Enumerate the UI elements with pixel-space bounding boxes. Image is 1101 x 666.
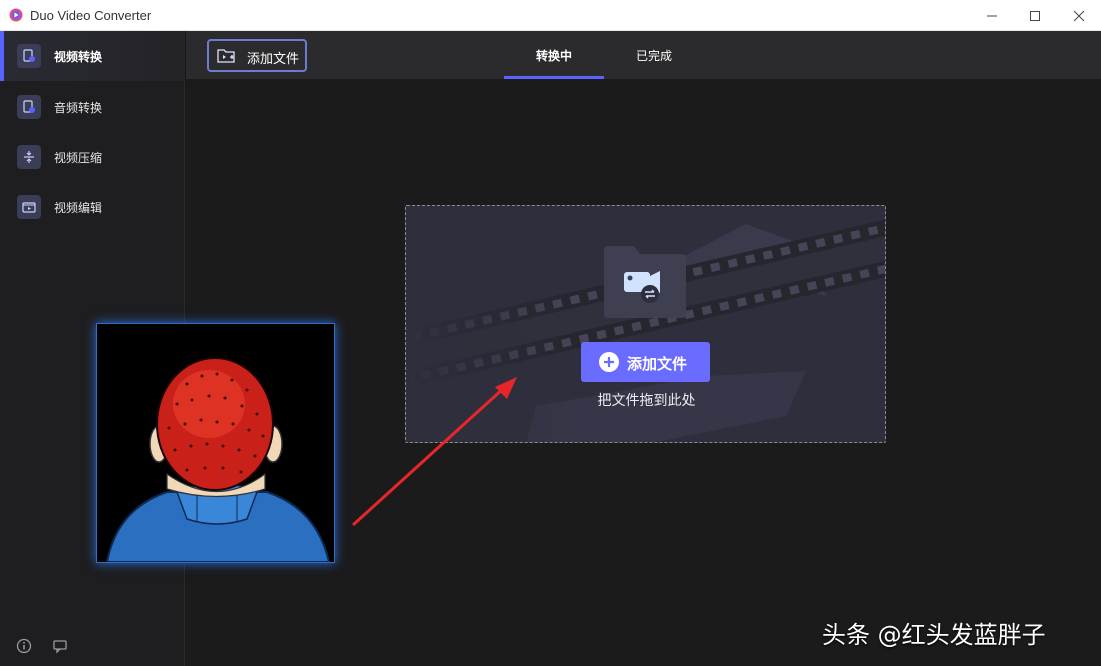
tab-converting[interactable]: 转换中 <box>504 31 604 79</box>
tab-completed[interactable]: 已完成 <box>604 31 704 79</box>
avatar-illustration <box>105 357 331 562</box>
add-file-button[interactable]: 添加文件 <box>207 39 307 72</box>
audio-convert-icon <box>17 95 41 119</box>
feedback-icon[interactable] <box>51 637 69 655</box>
sidebar-item-video-edit[interactable]: 视频编辑 <box>0 182 185 232</box>
sidebar-item-video-convert[interactable]: 视频转换 <box>0 31 185 81</box>
plus-circle-icon <box>599 352 619 372</box>
title-bar: Duo Video Converter <box>0 0 1101 31</box>
sidebar-item-audio-convert[interactable]: 音频转换 <box>0 82 185 132</box>
close-icon <box>1073 10 1085 21</box>
drop-add-file-label: 添加文件 <box>627 355 688 373</box>
tab-label: 已完成 <box>635 48 672 63</box>
info-icon[interactable] <box>15 637 33 655</box>
app-logo-icon <box>9 8 23 22</box>
video-convert-icon <box>17 44 41 68</box>
minimize-button[interactable] <box>969 0 1015 31</box>
maximize-button[interactable] <box>1012 0 1058 31</box>
compress-icon <box>17 145 41 169</box>
watermark-text: 头条 @红头发蓝胖子 <box>822 621 1046 649</box>
annotation-arrow <box>351 377 517 527</box>
sidebar-item-label: 视频转换 <box>54 49 103 64</box>
avatar-overlay <box>96 323 335 563</box>
toolbar: 添加文件 转换中 已完成 <box>186 31 1101 79</box>
app-title: Duo Video Converter <box>30 8 152 23</box>
sidebar-item-label: 视频压缩 <box>54 150 103 165</box>
sidebar-item-label: 视频编辑 <box>54 200 103 215</box>
sidebar-item-compress[interactable]: 视频压缩 <box>0 132 185 182</box>
drop-add-file-button[interactable]: 添加文件 <box>581 342 710 382</box>
video-edit-icon <box>17 195 41 219</box>
sidebar-item-label: 音频转换 <box>54 100 103 115</box>
minimize-icon <box>987 15 997 16</box>
video-folder-icon <box>604 246 686 318</box>
add-file-label: 添加文件 <box>247 52 300 67</box>
add-folder-icon <box>217 49 235 63</box>
close-button[interactable] <box>1056 0 1101 31</box>
maximize-icon <box>1030 10 1040 21</box>
tab-label: 转换中 <box>535 48 572 63</box>
